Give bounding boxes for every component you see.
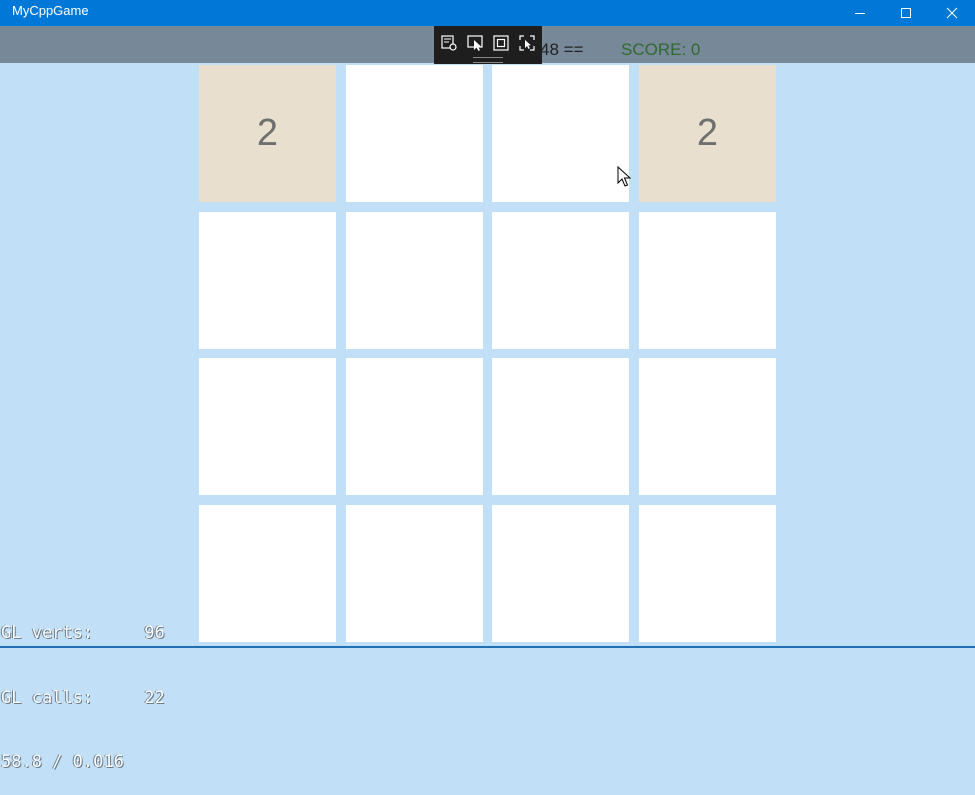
tile xyxy=(492,65,629,202)
display-layout-adorners-button[interactable] xyxy=(492,34,510,52)
tile xyxy=(492,358,629,495)
live-visual-tree-button[interactable] xyxy=(440,34,458,52)
minimize-icon xyxy=(855,13,865,14)
tile xyxy=(639,505,776,642)
tile xyxy=(346,65,483,202)
tile xyxy=(492,212,629,349)
tile xyxy=(639,212,776,349)
close-button[interactable] xyxy=(929,0,975,26)
gl-calls-stat: GL calls: 22 xyxy=(1,687,165,708)
tile xyxy=(346,358,483,495)
tile: 2 xyxy=(639,65,776,202)
toolbar-grip[interactable] xyxy=(473,57,503,63)
fps-stat: 58.8 / 0.016 xyxy=(1,752,124,772)
window-titlebar: MyCppGame xyxy=(0,0,975,26)
track-focused-element-button[interactable] xyxy=(518,34,536,52)
xaml-debug-toolbar xyxy=(434,26,542,64)
game-title: 48 == xyxy=(540,40,584,59)
minimize-button[interactable] xyxy=(837,0,883,26)
gl-verts-stat: GL verts: 96 xyxy=(1,623,165,643)
mouse-cursor-icon xyxy=(617,166,631,187)
tile xyxy=(199,358,336,495)
maximize-button[interactable] xyxy=(883,0,929,26)
tile xyxy=(346,212,483,349)
live-visual-tree-icon xyxy=(441,35,457,51)
tile xyxy=(199,505,336,642)
score-label: SCORE: 0 xyxy=(621,40,701,59)
tile xyxy=(492,505,629,642)
select-element-button[interactable] xyxy=(466,34,484,52)
window-title: MyCppGame xyxy=(12,3,89,18)
tile xyxy=(346,505,483,642)
close-icon xyxy=(946,7,958,19)
tile xyxy=(199,212,336,349)
track-focused-element-icon xyxy=(519,35,535,51)
debug-stats: GL verts: 96 GL calls: 22 58.8 / 0.016 xyxy=(1,580,165,795)
tile xyxy=(639,358,776,495)
select-element-icon xyxy=(467,35,483,51)
display-layout-adorners-icon xyxy=(493,35,509,51)
maximize-icon xyxy=(901,8,911,18)
tile: 2 xyxy=(199,65,336,202)
